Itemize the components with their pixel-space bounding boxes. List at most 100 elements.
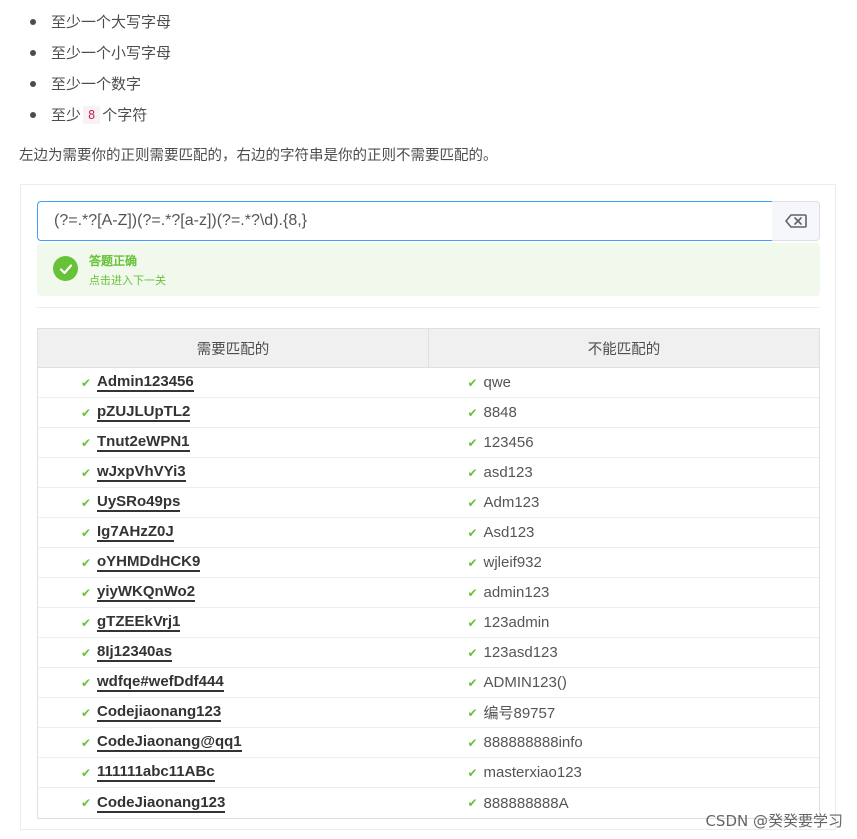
nomatch-string: 888888888info — [483, 734, 583, 751]
match-string: oYHMDdHCK9 — [97, 553, 201, 572]
check-icon: ✔ — [467, 585, 478, 600]
bullet-dot — [30, 18, 36, 25]
nomatch-cell: ✔ Adm123 — [433, 488, 820, 517]
requirement-code: 8 — [83, 105, 101, 124]
requirement-text: 至少一个数字 — [51, 75, 142, 93]
requirement-text: 至少一个大写字母 — [51, 13, 172, 31]
column-header-match: 需要匹配的 — [38, 329, 429, 367]
nomatch-cell: ✔ wjleif932 — [433, 548, 820, 577]
table-row: ✔ pZUJLUpTL2 ✔ 8848 — [38, 398, 819, 428]
check-icon: ✔ — [467, 375, 478, 390]
check-icon: ✔ — [467, 435, 478, 450]
nomatch-string: Adm123 — [483, 494, 540, 511]
nomatch-string: masterxiao123 — [483, 764, 582, 781]
check-icon: ✔ — [81, 765, 92, 780]
match-string: CodeJiaonang123 — [97, 793, 226, 813]
check-icon: ✔ — [467, 465, 478, 480]
check-icon: ✔ — [467, 405, 478, 420]
check-icon: ✔ — [81, 615, 92, 630]
nomatch-cell: ✔ qwe — [433, 368, 820, 397]
match-cell: ✔ wJxpVhVYi3 — [38, 458, 433, 487]
nomatch-cell: ✔ Asd123 — [433, 518, 820, 547]
success-alert[interactable]: 答题正确 点击进入下一关 — [37, 243, 820, 296]
match-string: 8Ij12340as — [97, 643, 173, 662]
match-string: Codejiaonang123 — [97, 703, 222, 722]
check-icon: ✔ — [81, 705, 92, 720]
bullet-dot — [30, 111, 36, 118]
match-string: Admin123456 — [97, 373, 194, 392]
instruction-text: 左边为需要你的正则需要匹配的，右边的字符串是你的正则不需要匹配的。 — [19, 148, 498, 164]
match-string: Ig7AHzZ0J — [97, 523, 174, 542]
nomatch-cell: ✔ 123admin — [433, 608, 820, 637]
test-cases-table: 需要匹配的 不能匹配的 ✔ Admin123456 ✔ qwe ✔ pZUJLUpTL2 ✔… — [37, 328, 820, 819]
check-icon: ✔ — [467, 765, 478, 780]
nomatch-string: 编号89757 — [483, 705, 556, 722]
regex-input[interactable]: (?=.*?[A-Z])(?=.*?[a-z])(?=.*?\d).{8,} — [37, 201, 773, 241]
requirement-item: 至少一个小写字母 — [30, 37, 171, 68]
nomatch-string: wjleif932 — [483, 554, 542, 571]
check-icon: ✔ — [81, 735, 92, 750]
table-row: ✔ yiyWKQnWo2 ✔ admin123 — [38, 578, 819, 608]
nomatch-cell: ✔ 编号89757 — [433, 698, 820, 727]
check-icon: ✔ — [81, 435, 92, 450]
requirement-item: 至少一个大写字母 — [30, 6, 171, 37]
table-row: ✔ UySRo49ps ✔ Adm123 — [38, 488, 819, 518]
table-row: ✔ gTZEEkVrj1 ✔ 123admin — [38, 608, 819, 638]
nomatch-string: 123admin — [483, 614, 550, 631]
match-cell: ✔ CodeJiaonang123 — [38, 788, 433, 818]
nomatch-cell: ✔ masterxiao123 — [433, 758, 820, 787]
divider — [37, 307, 820, 308]
requirement-item: 至少 8 个字符 — [30, 99, 171, 130]
nomatch-string: admin123 — [483, 584, 550, 601]
nomatch-cell: ✔ ADMIN123() — [433, 668, 820, 697]
match-cell: ✔ Tnut2eWPN1 — [38, 428, 433, 457]
nomatch-string: Asd123 — [483, 524, 535, 541]
match-cell: ✔ Admin123456 — [38, 368, 433, 397]
match-cell: ✔ Codejiaonang123 — [38, 698, 433, 727]
nomatch-cell: ✔ 8848 — [433, 398, 820, 427]
match-cell: ✔ UySRo49ps — [38, 488, 433, 517]
column-header-nomatch: 不能匹配的 — [587, 341, 661, 358]
check-icon: ✔ — [467, 705, 478, 720]
match-string: yiyWKQnWo2 — [97, 583, 196, 602]
table-row: ✔ CodeJiaonang@qq1 ✔ 888888888info — [38, 728, 819, 758]
check-circle-icon — [53, 256, 78, 281]
match-string: CodeJiaonang@qq1 — [97, 733, 242, 752]
table-header: 需要匹配的 不能匹配的 — [38, 329, 819, 368]
bullet-dot — [30, 80, 36, 87]
requirement-suffix: 个字符 — [102, 106, 148, 124]
check-icon: ✔ — [467, 555, 478, 570]
nomatch-string: asd123 — [483, 464, 533, 481]
check-icon: ✔ — [81, 585, 92, 600]
success-title: 答题正确 — [89, 254, 138, 268]
match-cell: ✔ oYHMDdHCK9 — [38, 548, 433, 577]
match-cell: ✔ 8Ij12340as — [38, 638, 433, 667]
table-row: ✔ wJxpVhVYi3 ✔ asd123 — [38, 458, 819, 488]
table-row: ✔ wdfqe#wefDdf444 ✔ ADMIN123() — [38, 668, 819, 698]
match-string: Tnut2eWPN1 — [97, 433, 190, 452]
nomatch-string: 123456 — [483, 434, 534, 451]
match-cell: ✔ 111111abc11ABc — [38, 758, 433, 787]
requirement-item: 至少一个数字 — [30, 68, 171, 99]
bullet-dot — [30, 49, 36, 56]
table-row: ✔ Admin123456 ✔ qwe — [38, 368, 819, 398]
match-string: 111111abc11ABc — [97, 763, 215, 782]
backspace-icon — [784, 214, 807, 228]
watermark: CSDN @癸癸要学习 — [705, 812, 843, 830]
next-level-link[interactable]: 点击进入下一关 — [89, 272, 166, 288]
nomatch-cell: ✔ asd123 — [433, 458, 820, 487]
match-cell: ✔ gTZEEkVrj1 — [38, 608, 433, 637]
check-icon: ✔ — [467, 675, 478, 690]
table-row: ✔ oYHMDdHCK9 ✔ wjleif932 — [38, 548, 819, 578]
clear-button[interactable] — [772, 201, 820, 241]
nomatch-string: ADMIN123() — [483, 674, 567, 691]
match-cell: ✔ pZUJLUpTL2 — [38, 398, 433, 427]
match-cell: ✔ Ig7AHzZ0J — [38, 518, 433, 547]
regex-input-value: (?=.*?[A-Z])(?=.*?[a-z])(?=.*?\d).{8,} — [54, 212, 308, 229]
nomatch-string: 888888888A — [483, 794, 569, 812]
nomatch-string: 8848 — [483, 404, 517, 421]
check-icon: ✔ — [467, 615, 478, 630]
check-icon: ✔ — [467, 645, 478, 660]
match-string: wdfqe#wefDdf444 — [97, 673, 224, 692]
requirements-list: 至少一个大写字母 至少一个小写字母 至少一个数字 至少 8 个字符 — [30, 6, 171, 130]
